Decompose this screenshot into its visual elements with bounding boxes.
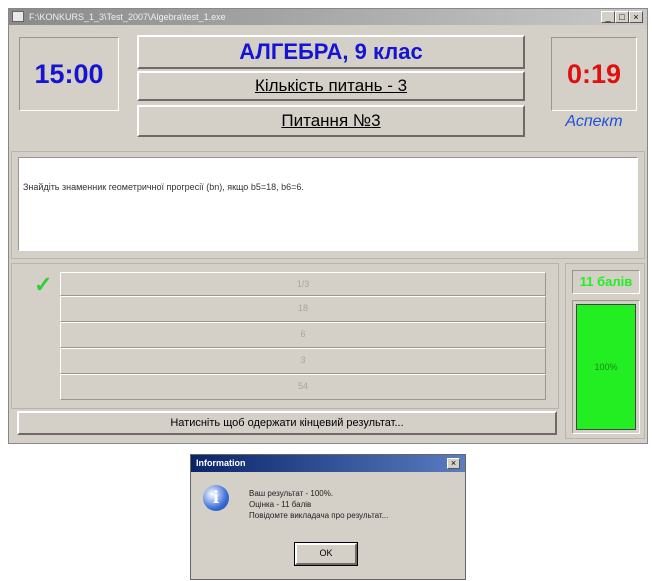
subject-title: АЛГЕБРА, 9 клас <box>137 35 525 69</box>
correct-check-icon: ✓ <box>34 272 53 297</box>
dialog-title: Information <box>191 455 465 472</box>
question-count: Кількість питань - 3 <box>137 71 525 101</box>
answer-option[interactable]: 18 <box>60 296 546 322</box>
score-gauge-fill: 100% <box>576 304 636 430</box>
score-panel: 11 балів 100% <box>565 263 645 439</box>
answer-option[interactable]: 3 <box>60 348 546 374</box>
title-bar: F:\KONKURS_1_3\Test_2007\Algebra\test_1.… <box>9 9 647 25</box>
score-percent: 100% <box>594 362 618 372</box>
maximize-button[interactable]: □ <box>615 11 629 23</box>
answer-option[interactable]: 1/3 <box>60 272 546 296</box>
window-title: F:\KONKURS_1_3\Test_2007\Algebra\test_1.… <box>29 12 226 22</box>
score-label: 11 балів <box>572 270 640 294</box>
get-result-button[interactable]: Натисніть щоб одержати кінцевий результа… <box>17 411 557 435</box>
answer-option[interactable]: 54 <box>60 374 546 400</box>
question-timer: 0:19 <box>551 37 637 111</box>
dialog-line: Повідомте викладача про результат... <box>249 511 389 520</box>
dialog-message: Ваш результат - 100%. Оцінка - 11 балів … <box>249 488 459 521</box>
question-panel: Знайдіть знаменник геометричної прогресі… <box>11 151 645 259</box>
answers-panel: ✓ 1/3 18 6 3 54 <box>11 263 559 409</box>
question-number: Питання №3 <box>137 105 525 137</box>
dialog-close-button[interactable]: × <box>447 458 460 469</box>
info-dialog: Information × i Ваш результат - 100%. Оц… <box>190 454 466 580</box>
answer-option[interactable]: 6 <box>60 322 546 348</box>
question-text: Знайдіть знаменник геометричної прогресі… <box>18 157 638 251</box>
dialog-line: Ваш результат - 100%. <box>249 489 334 498</box>
app-window: F:\KONKURS_1_3\Test_2007\Algebra\test_1.… <box>8 8 648 444</box>
app-icon <box>12 11 24 22</box>
info-icon: i <box>203 485 229 511</box>
dialog-line: Оцінка - 11 балів <box>249 500 312 509</box>
ok-button[interactable]: OK <box>294 542 358 566</box>
brand-label: Аспект <box>565 113 623 130</box>
score-gauge: 100% <box>572 300 640 434</box>
total-timer: 15:00 <box>19 37 119 111</box>
close-button[interactable]: × <box>629 11 643 23</box>
minimize-button[interactable]: _ <box>601 11 615 23</box>
